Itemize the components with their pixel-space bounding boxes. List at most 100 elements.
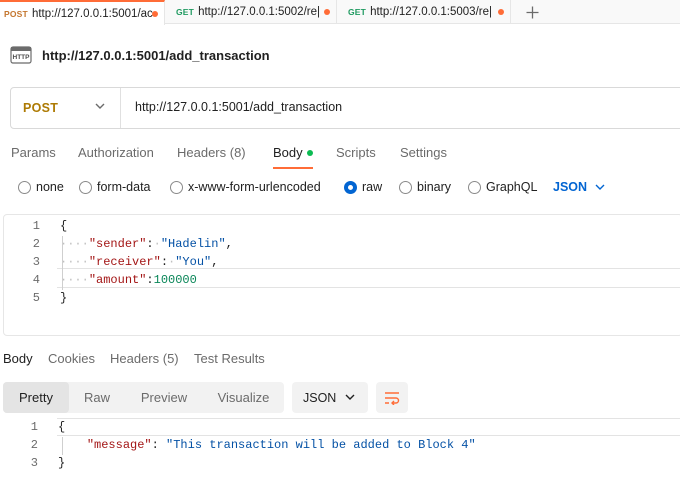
tab-headers[interactable]: Headers (8) [177, 145, 246, 160]
chevron-down-icon [95, 103, 105, 109]
svg-text:HTTP: HTTP [13, 54, 31, 61]
view-pretty[interactable]: Pretty [3, 382, 69, 413]
tab-method: GET [176, 7, 195, 17]
wrap-lines-icon [385, 391, 400, 405]
brace-open: { [60, 219, 68, 233]
tab-settings[interactable]: Settings [400, 145, 447, 160]
request-title-row: HTTP http://127.0.0.1:5001/add_transacti… [10, 44, 270, 66]
code-line: { [60, 217, 67, 235]
line-number: 2 [30, 438, 38, 452]
url-bar: POST [10, 87, 680, 129]
brace-close: } [60, 291, 68, 305]
tab-url: http://127.0.0.1:5003/re| [370, 6, 492, 18]
tab-response-headers[interactable]: Headers (5) [110, 351, 179, 366]
code-line: { [58, 418, 65, 436]
tab-response-body[interactable]: Body [3, 351, 33, 366]
brace-open: { [58, 420, 66, 434]
space-dot: · [153, 237, 161, 251]
tab-method: GET [348, 7, 367, 17]
unsaved-dot-icon [324, 9, 330, 15]
radio-form-data[interactable]: form-data [79, 180, 151, 194]
request-tab-2[interactable]: GET http://127.0.0.1:5002/re| [165, 0, 337, 24]
chevron-down-icon [345, 394, 355, 400]
radio-binary[interactable]: binary [399, 180, 451, 194]
radio-raw[interactable]: raw [344, 180, 382, 194]
plus-icon [526, 6, 538, 18]
tab-body-label: Body [273, 145, 303, 160]
radio-label: GraphQL [486, 180, 538, 194]
url-input[interactable] [135, 100, 635, 114]
json-key: "amount" [88, 273, 147, 287]
line-number: 1 [32, 219, 40, 233]
body-format-dropdown[interactable]: JSON [553, 180, 605, 194]
radio-x-www-form-urlencoded[interactable]: x-www-form-urlencoded [170, 180, 321, 194]
code-line: ····"receiver":·"You", [60, 255, 219, 269]
indent-dots: ···· [60, 255, 89, 269]
request-tab-strip: POST http://127.0.0.1:5001/ac GET http:/… [0, 0, 680, 25]
body-type-options: none form-data x-www-form-urlencoded raw… [18, 180, 680, 196]
radio-label: raw [362, 180, 383, 194]
line-number: 3 [32, 255, 40, 269]
code-line: } [60, 289, 67, 307]
radio-none[interactable]: none [18, 180, 64, 194]
tab-url: http://127.0.0.1:5002/re| [198, 6, 320, 18]
response-format-label: JSON [303, 390, 337, 405]
new-tab-button[interactable] [522, 0, 542, 24]
radio-selected-icon [344, 180, 357, 194]
chevron-down-icon [595, 184, 605, 190]
json-string: "This transaction will be added to Block… [166, 438, 476, 452]
tab-cookies[interactable]: Cookies [48, 351, 95, 366]
line-number: 1 [30, 420, 38, 434]
http-request-icon: HTTP [10, 46, 32, 64]
code-line: ····"amount":100000 [60, 273, 197, 287]
body-format-label: JSON [553, 180, 588, 194]
code-line: "message": "This transaction will be add… [86, 438, 476, 452]
radio-graphql[interactable]: GraphQL [468, 180, 537, 194]
json-key: "sender" [88, 237, 147, 251]
tab-test-results[interactable]: Test Results [194, 351, 265, 366]
response-view-switcher: Pretty Raw Preview Visualize [3, 382, 284, 413]
view-preview[interactable]: Preview [125, 382, 203, 413]
json-string: "Hadelin" [160, 237, 226, 251]
request-tab-3[interactable]: GET http://127.0.0.1:5003/re| [337, 0, 511, 24]
indent-dots: ···· [60, 237, 89, 251]
radio-label: binary [417, 180, 452, 194]
unsaved-dot-icon [498, 9, 504, 15]
line-number: 2 [32, 237, 40, 251]
method-dropdown[interactable]: POST [11, 88, 121, 128]
active-dot-icon [306, 149, 313, 156]
radio-circle-icon [79, 180, 92, 194]
brace-close: } [58, 456, 66, 470]
json-key: "message" [86, 438, 152, 452]
tab-body[interactable]: Body [273, 145, 313, 169]
radio-label: x-www-form-urlencoded [188, 180, 321, 194]
code-line: ····"sender":·"Hadelin", [60, 237, 233, 251]
radio-circle-icon [468, 180, 481, 194]
line-number: 3 [30, 456, 38, 470]
unsaved-dot-icon [152, 10, 158, 17]
json-key: "receiver" [88, 255, 161, 269]
view-raw[interactable]: Raw [69, 382, 125, 413]
radio-circle-icon [399, 180, 412, 194]
tab-params[interactable]: Params [11, 145, 56, 160]
tab-scripts[interactable]: Scripts [336, 145, 376, 160]
current-line-highlight [57, 418, 680, 436]
radio-label: form-data [97, 180, 151, 194]
line-number: 4 [32, 273, 40, 287]
tab-authorization[interactable]: Authorization [78, 145, 154, 160]
tab-method: POST [4, 8, 28, 19]
json-string: "You" [175, 255, 212, 269]
wrap-lines-button[interactable] [376, 382, 408, 413]
indent-dots: ···· [60, 273, 89, 287]
method-label: POST [23, 101, 59, 115]
request-tab-1[interactable]: POST http://127.0.0.1:5001/ac [0, 0, 165, 25]
radio-circle-icon [18, 180, 31, 194]
view-visualize[interactable]: Visualize [203, 382, 284, 413]
response-format-dropdown[interactable]: JSON [292, 382, 368, 413]
line-number: 5 [32, 291, 40, 305]
code-line: } [58, 454, 65, 472]
request-title[interactable]: http://127.0.0.1:5001/add_transaction [42, 48, 270, 63]
tab-url: http://127.0.0.1:5001/ac [31, 7, 153, 20]
radio-label: none [36, 180, 64, 194]
json-number: 100000 [153, 273, 197, 287]
